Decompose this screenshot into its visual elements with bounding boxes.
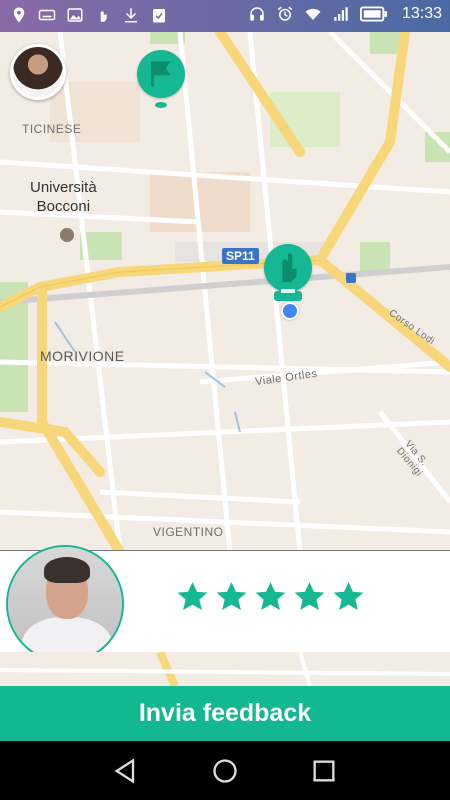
map-label-vigentino: VIGENTINO xyxy=(153,525,224,539)
flag-pin-anchor xyxy=(155,102,167,108)
raised-hand-icon xyxy=(282,253,297,283)
route-shield-sp11: SP11 xyxy=(222,248,259,264)
star-rating[interactable] xyxy=(176,580,365,613)
map-base-bottom xyxy=(0,652,450,686)
map-base xyxy=(0,32,450,550)
hand-icon xyxy=(94,6,112,24)
map-label-bocconi: Bocconi xyxy=(36,198,91,215)
driver-avatar xyxy=(6,545,124,663)
status-time: 13:33 xyxy=(401,5,442,22)
battery-icon xyxy=(359,5,388,23)
map-view[interactable]: TICINESE Università Bocconi MORIVIONE VI… xyxy=(0,32,450,550)
status-bar: 13:33 xyxy=(0,0,450,32)
university-icon xyxy=(60,228,74,242)
home-icon[interactable] xyxy=(211,757,239,785)
user-avatar[interactable] xyxy=(10,44,66,100)
clipboard-check-icon xyxy=(150,6,168,24)
signal-icon xyxy=(332,5,350,23)
status-left-icons xyxy=(10,6,168,24)
image-icon xyxy=(66,6,84,24)
map-label-morivione: MORIVIONE xyxy=(40,348,125,364)
status-right-icons: 13:33 xyxy=(248,5,442,23)
map-view-bottom xyxy=(0,652,450,686)
headphones-icon xyxy=(248,5,266,23)
star-icon[interactable] xyxy=(215,580,248,613)
map-label-university: Università Bocconi xyxy=(30,178,97,216)
location-pin-icon xyxy=(10,6,28,24)
star-icon[interactable] xyxy=(332,580,365,613)
send-feedback-button[interactable]: Invia feedback xyxy=(0,686,450,741)
download-icon xyxy=(122,6,140,24)
flag-icon xyxy=(151,61,171,87)
current-location-dot xyxy=(281,302,299,320)
android-nav-bar xyxy=(0,741,450,800)
bus-stop-icon xyxy=(346,273,356,283)
back-icon[interactable] xyxy=(112,757,140,785)
star-icon[interactable] xyxy=(176,580,209,613)
alarm-icon xyxy=(276,5,294,23)
pickup-hand-pin[interactable] xyxy=(264,244,312,292)
wifi-icon xyxy=(304,5,322,23)
star-icon[interactable] xyxy=(293,580,326,613)
map-label-universita: Università xyxy=(30,179,97,196)
recents-icon[interactable] xyxy=(310,757,338,785)
keyboard-icon xyxy=(38,6,56,24)
star-icon[interactable] xyxy=(254,580,287,613)
map-label-ticinese: TICINESE xyxy=(22,122,82,136)
destination-flag-pin[interactable] xyxy=(137,50,185,98)
